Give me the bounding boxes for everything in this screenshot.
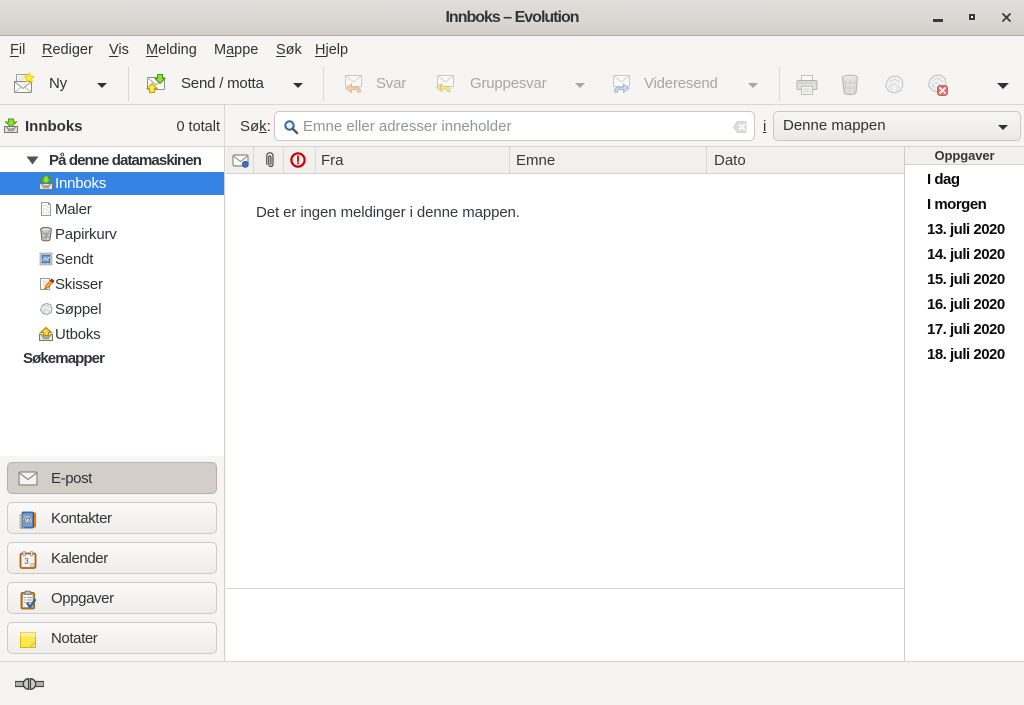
svg-text:3: 3 (24, 557, 29, 566)
svg-text:@: @ (23, 515, 32, 525)
